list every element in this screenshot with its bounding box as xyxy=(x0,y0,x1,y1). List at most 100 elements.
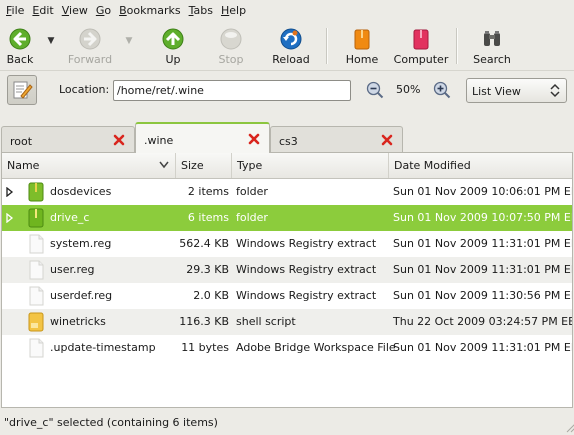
file-size: 2.0 KB xyxy=(193,289,229,302)
sort-descending-icon xyxy=(159,161,169,169)
toggle-location-edit-button[interactable] xyxy=(7,75,37,105)
tab-wine[interactable]: .wine xyxy=(135,122,270,153)
up-arrow-icon xyxy=(162,28,184,50)
zoom-in-icon[interactable] xyxy=(433,81,451,99)
menu-bookmarks[interactable]: Bookmarks xyxy=(115,0,184,22)
stop-button[interactable]: Stop xyxy=(201,24,261,68)
forward-history-dropdown[interactable]: ▼ xyxy=(124,36,134,46)
toolbar-separator xyxy=(456,28,458,64)
resize-grip-icon[interactable] xyxy=(564,421,574,433)
file-name: user.reg xyxy=(50,263,95,276)
file-date-modified: Sun 01 Nov 2009 11:30:56 PM EET xyxy=(393,289,573,302)
binoculars-icon xyxy=(484,31,500,46)
menu-help[interactable]: Help xyxy=(217,0,250,22)
column-date-modified[interactable]: Date Modified xyxy=(389,153,572,178)
file-name: .update-timestamp xyxy=(50,341,156,354)
column-name[interactable]: Name xyxy=(2,153,176,178)
file-name: system.reg xyxy=(50,237,112,250)
document-icon xyxy=(29,234,44,254)
computer-icon xyxy=(413,29,429,50)
file-row[interactable]: userdef.reg 2.0 KB Windows Registry extrac… xyxy=(2,283,572,309)
zoom-out-icon[interactable] xyxy=(366,81,384,99)
forward-button[interactable]: Forward xyxy=(60,24,120,68)
script-icon xyxy=(28,312,44,332)
file-name: userdef.reg xyxy=(50,289,113,302)
file-row[interactable]: dosdevices 2 items folder Sun 01 Nov 2009 1… xyxy=(2,179,572,205)
file-date-modified: Sun 01 Nov 2009 11:31:01 PM EET xyxy=(393,341,573,354)
up-button[interactable]: Up xyxy=(143,24,203,68)
back-history-dropdown[interactable]: ▼ xyxy=(46,36,56,46)
tab-bar: root .wine cs3 xyxy=(0,122,574,153)
document-icon xyxy=(29,338,44,358)
file-type: Windows Registry extract xyxy=(236,237,377,250)
location-bar: Location: /home/ret/.wine 50% List View xyxy=(0,70,574,111)
forward-arrow-icon xyxy=(79,28,101,50)
column-header: Name Size Type Date Modified xyxy=(2,153,572,179)
file-size: 29.3 KB xyxy=(186,263,229,276)
file-name: drive_c xyxy=(50,211,90,224)
stop-icon xyxy=(220,28,242,50)
file-row[interactable]: drive_c 6 items folder Sun 01 Nov 2009 10:0… xyxy=(2,205,572,231)
file-date-modified: Sun 01 Nov 2009 10:06:01 PM EET xyxy=(393,185,573,198)
folder-icon xyxy=(28,208,44,228)
file-row[interactable]: system.reg 562.4 KB Windows Registry extra… xyxy=(2,231,572,257)
file-size: 116.3 KB xyxy=(179,315,229,328)
file-type: Windows Registry extract xyxy=(236,263,377,276)
view-mode-select[interactable]: List View xyxy=(466,78,567,103)
file-name: dosdevices xyxy=(50,185,112,198)
reload-icon xyxy=(280,28,302,50)
menu-go[interactable]: Go xyxy=(92,0,115,22)
document-icon xyxy=(29,286,44,306)
toolbar-separator xyxy=(326,28,328,64)
computer-button[interactable]: Computer xyxy=(391,24,451,68)
reload-button[interactable]: Reload xyxy=(261,24,321,68)
file-type: folder xyxy=(236,185,268,198)
folder-icon xyxy=(28,182,44,202)
menu-tabs[interactable]: Tabs xyxy=(185,0,217,22)
status-text: "drive_c" selected (containing 6 items) xyxy=(4,416,218,429)
file-row[interactable]: .update-timestamp 11 bytes Adobe Bridge Wo… xyxy=(2,335,572,361)
menubar: File Edit View Go Bookmarks Tabs Help xyxy=(0,0,574,22)
file-size: 2 items xyxy=(187,185,229,198)
file-name: winetricks xyxy=(50,315,106,328)
menu-view[interactable]: View xyxy=(58,0,92,22)
file-row[interactable]: winetricks 116.3 KB shell script Thu 22 Oct… xyxy=(2,309,572,335)
zoom-level[interactable]: 50% xyxy=(396,83,420,96)
search-button[interactable]: Search xyxy=(462,24,522,68)
file-type: folder xyxy=(236,211,268,224)
tab-root[interactable]: root xyxy=(1,126,135,152)
column-size[interactable]: Size xyxy=(176,153,232,178)
file-size: 11 bytes xyxy=(181,341,229,354)
close-tab-icon[interactable] xyxy=(112,133,126,147)
location-label: Location: xyxy=(59,83,110,96)
back-arrow-icon xyxy=(9,28,31,50)
file-type: shell script xyxy=(236,315,296,328)
expander-arrow-icon[interactable] xyxy=(6,187,14,197)
file-size: 562.4 KB xyxy=(179,237,229,250)
close-tab-icon[interactable] xyxy=(380,133,394,147)
file-type: Adobe Bridge Workspace File xyxy=(236,341,396,354)
location-input[interactable]: /home/ret/.wine xyxy=(113,80,351,101)
up-down-arrows-icon xyxy=(550,83,560,98)
home-button[interactable]: Home xyxy=(332,24,392,68)
column-type[interactable]: Type xyxy=(232,153,389,178)
home-icon xyxy=(354,29,370,50)
close-tab-icon[interactable] xyxy=(247,132,261,146)
toolbar: Back ▼ Forward ▼ Up Stop Reload Home Com… xyxy=(0,22,574,70)
file-date-modified: Sun 01 Nov 2009 11:31:01 PM EET xyxy=(393,237,573,250)
menu-file[interactable]: File xyxy=(2,0,28,22)
file-list: Name Size Type Date Modified dosdevices 2… xyxy=(1,152,573,408)
edit-icon xyxy=(13,81,33,99)
file-row[interactable]: user.reg 29.3 KB Windows Registry extract S… xyxy=(2,257,572,283)
menu-edit[interactable]: Edit xyxy=(28,0,57,22)
file-date-modified: Sun 01 Nov 2009 10:07:50 PM EET xyxy=(393,211,573,224)
tab-cs3[interactable]: cs3 xyxy=(270,126,403,152)
expander-arrow-icon[interactable] xyxy=(6,213,14,223)
status-bar: "drive_c" selected (containing 6 items) xyxy=(0,410,574,435)
file-date-modified: Sun 01 Nov 2009 11:31:01 PM EET xyxy=(393,263,573,276)
file-type: Windows Registry extract xyxy=(236,289,377,302)
back-button[interactable]: Back xyxy=(0,24,50,68)
document-icon xyxy=(29,260,44,280)
file-size: 6 items xyxy=(187,211,229,224)
file-date-modified: Thu 22 Oct 2009 03:24:57 PM EEST xyxy=(393,315,573,328)
